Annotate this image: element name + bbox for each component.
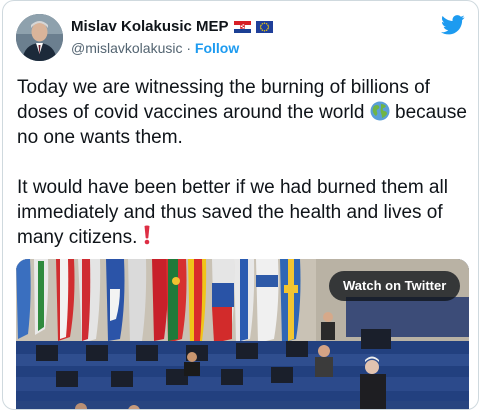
avatar[interactable]	[16, 14, 63, 61]
red-exclamation-icon	[144, 225, 150, 245]
handle-row: @mislavkolakusic · Follow	[71, 40, 239, 56]
tweet-paragraph-1-text: Today we are witnessing the burning of b…	[17, 77, 430, 123]
author-handle[interactable]: @mislavkolakusic	[71, 40, 182, 56]
tweet-paragraph-2: It would have been better if we had burn…	[17, 175, 472, 250]
flags-group	[16, 259, 301, 343]
croatia-flag-icon	[233, 20, 251, 33]
tweet-text: Today we are witnessing the burning of b…	[17, 75, 472, 250]
author-name[interactable]: Mislav Kolakusic MEP	[71, 18, 229, 35]
follow-button[interactable]: Follow	[195, 40, 239, 56]
eu-flag-icon	[255, 20, 273, 33]
tweet-paragraph-1: Today we are witnessing the burning of b…	[17, 75, 472, 150]
video-preview[interactable]: Watch on Twitter	[16, 259, 469, 409]
twitter-bird-icon[interactable]	[441, 15, 465, 35]
tweet-card: Mislav Kolakusic MEP @mislavkolakusic · …	[2, 0, 479, 410]
globe-icon	[370, 101, 390, 121]
watch-on-twitter-button[interactable]: Watch on Twitter	[329, 271, 461, 301]
separator: ·	[182, 40, 195, 56]
tweet-paragraph-2-text: It would have been better if we had burn…	[17, 177, 448, 248]
author-row[interactable]: Mislav Kolakusic MEP	[71, 18, 273, 35]
